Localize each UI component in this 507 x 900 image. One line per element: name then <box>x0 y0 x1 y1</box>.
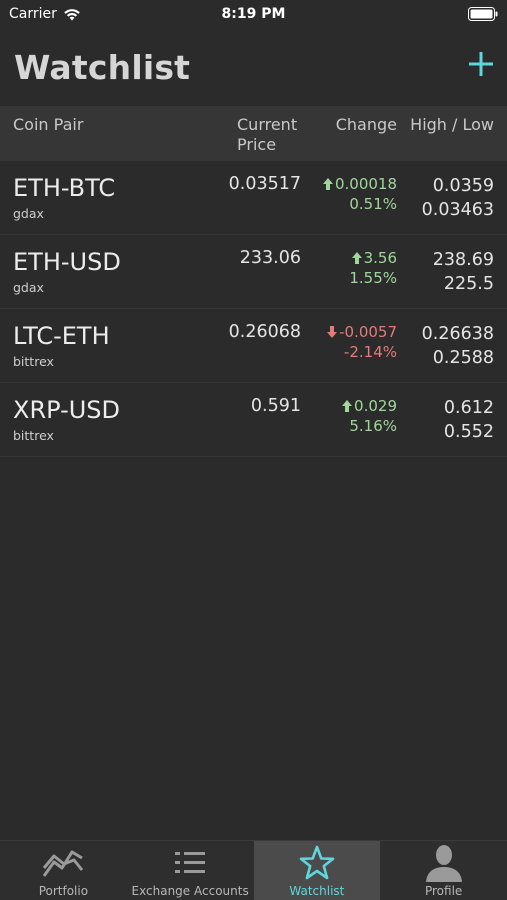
coin-pair: ETH-BTC <box>13 174 116 202</box>
coin-pair: XRP-USD <box>13 396 121 424</box>
current-price: 233.06 <box>239 248 301 268</box>
column-header-change[interactable]: Change <box>336 115 397 135</box>
exchange-name: gdax <box>13 206 44 221</box>
tab-watchlist[interactable]: Watchlist <box>253 841 381 900</box>
tab-profile[interactable]: Profile <box>380 841 507 900</box>
column-header-coin-pair[interactable]: Coin Pair <box>13 115 83 135</box>
arrow-up-icon <box>322 178 333 190</box>
low-value: 0.552 <box>443 422 494 442</box>
add-button[interactable] <box>465 48 497 80</box>
table-row[interactable]: XRP-USD bittrex 0.591 0.029 5.16% 0.612 … <box>0 383 507 457</box>
change-percent: 5.16% <box>349 417 397 435</box>
high-value: 0.0359 <box>432 176 494 196</box>
current-price: 0.26068 <box>228 322 301 342</box>
arrow-up-icon <box>351 252 362 264</box>
price-change: 0.00018 0.51% <box>322 174 397 214</box>
exchange-name: gdax <box>13 280 44 295</box>
star-icon <box>295 845 339 881</box>
watchlist-table: ETH-BTC gdax 0.03517 0.00018 0.51% 0.035… <box>0 161 507 457</box>
change-value: 3.56 <box>363 249 397 267</box>
low-value: 0.2588 <box>432 348 494 368</box>
status-bar: Carrier 8:19 PM <box>0 0 507 30</box>
high-low: 0.0359 0.03463 <box>422 174 494 222</box>
price-change: 3.56 1.55% <box>349 248 397 288</box>
change-percent: 0.51% <box>349 195 397 213</box>
current-price: 0.591 <box>250 396 301 416</box>
tab-portfolio[interactable]: Portfolio <box>0 841 127 900</box>
list-icon <box>168 845 212 881</box>
coin-pair: LTC-ETH <box>13 322 110 350</box>
price-change: 0.029 5.16% <box>342 396 397 436</box>
tab-label: Watchlist <box>289 884 345 898</box>
change-value: -0.0057 <box>339 323 397 341</box>
high-low: 238.69 225.5 <box>433 248 494 296</box>
exchange-name: bittrex <box>13 354 54 369</box>
table-row[interactable]: ETH-USD gdax 233.06 3.56 1.55% 238.69 22… <box>0 235 507 309</box>
tab-bar: Portfolio Exchange Accounts Watchlist Pr… <box>0 840 507 900</box>
arrow-up-icon <box>342 400 353 412</box>
arrow-down-icon <box>327 326 338 338</box>
low-value: 0.03463 <box>421 200 494 220</box>
table-row[interactable]: ETH-BTC gdax 0.03517 0.00018 0.51% 0.035… <box>0 161 507 235</box>
plus-icon <box>469 52 493 76</box>
high-value: 0.612 <box>443 398 494 418</box>
change-percent: -2.14% <box>343 343 397 361</box>
status-time: 8:19 PM <box>221 6 286 22</box>
page-title: Watchlist <box>14 48 191 87</box>
low-value: 225.5 <box>443 274 494 294</box>
column-header-current-price[interactable]: Current Price <box>237 115 307 155</box>
portfolio-chart-icon <box>41 845 85 881</box>
change-percent: 1.55% <box>349 269 397 287</box>
high-low: 0.26638 0.2588 <box>422 322 494 370</box>
exchange-name: bittrex <box>13 428 54 443</box>
high-value: 0.26638 <box>421 324 494 344</box>
coin-pair: ETH-USD <box>13 248 121 276</box>
high-low: 0.612 0.552 <box>444 396 494 444</box>
person-icon <box>422 845 466 882</box>
tab-label: Exchange Accounts <box>131 884 249 898</box>
column-header-current-price-line2: Price <box>237 135 277 154</box>
price-change: -0.0057 -2.14% <box>327 322 397 362</box>
table-row[interactable]: LTC-ETH bittrex 0.26068 -0.0057 -2.14% 0… <box>0 309 507 383</box>
current-price: 0.03517 <box>228 174 301 194</box>
change-value: 0.029 <box>354 397 397 415</box>
column-header-current-price-line1: Current <box>237 115 298 134</box>
table-header: Coin Pair Current Price Change High / Lo… <box>0 106 507 161</box>
change-value: 0.00018 <box>334 175 397 193</box>
tab-exchange-accounts[interactable]: Exchange Accounts <box>127 841 254 900</box>
battery-icon <box>468 7 498 25</box>
high-value: 238.69 <box>432 250 494 270</box>
column-header-high-low[interactable]: High / Low <box>410 115 494 135</box>
tab-label: Portfolio <box>38 884 89 898</box>
tab-label: Profile <box>424 884 463 898</box>
nav-header: Watchlist <box>0 30 507 106</box>
